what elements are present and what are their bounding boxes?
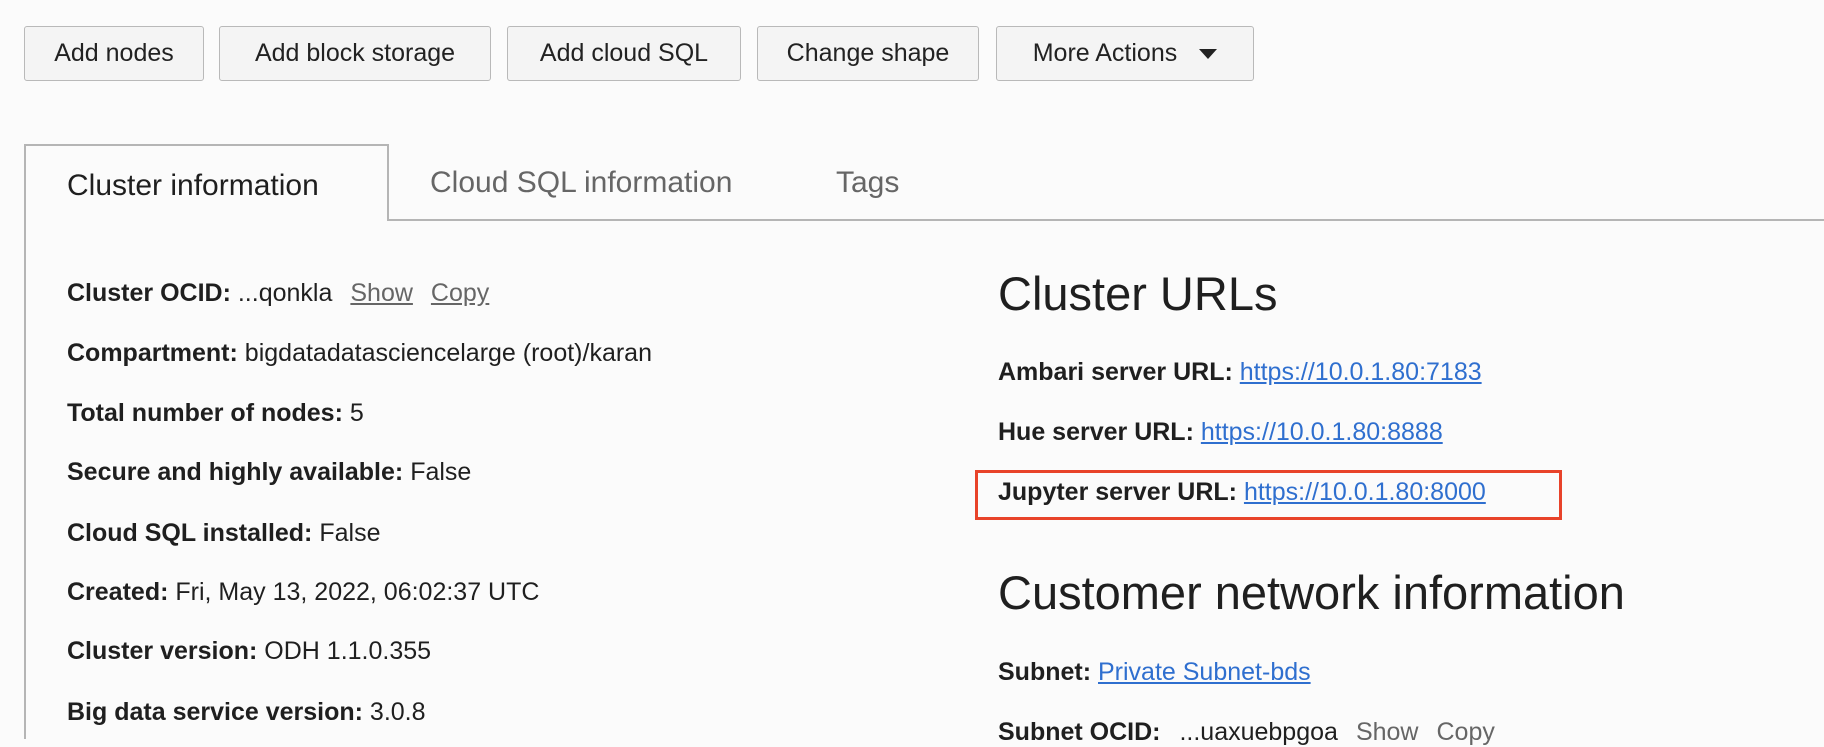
copy-link[interactable]: Copy xyxy=(431,279,489,307)
label: Ambari server URL: xyxy=(998,358,1233,386)
compartment-row: Compartment: bigdatadatasciencelarge (ro… xyxy=(67,339,652,368)
cloudsql-row: Cloud SQL installed: False xyxy=(67,519,380,548)
label: Cluster version: xyxy=(67,637,258,665)
value: ...qonkla xyxy=(237,279,333,307)
subnet-ocid-row: Subnet OCID: ...uaxuebpgoa Show Copy xyxy=(998,718,1495,747)
subnet-row: Subnet: Private Subnet-bds xyxy=(998,658,1311,687)
value: False xyxy=(319,519,381,547)
subnet-link[interactable]: Private Subnet-bds xyxy=(1098,658,1311,686)
bds-version-row: Big data service version: 3.0.8 xyxy=(67,698,426,727)
label: Cloud SQL installed: xyxy=(67,519,313,547)
label: Secure and highly available: xyxy=(67,458,404,486)
label: Subnet OCID: xyxy=(998,718,1161,746)
add-cloud-sql-button[interactable]: Add cloud SQL xyxy=(507,26,741,81)
more-actions-button[interactable]: More Actions xyxy=(996,26,1254,81)
cluster-ocid-row: Cluster OCID: ...qonkla Show Copy xyxy=(67,279,489,308)
value: ...uaxuebpgoa xyxy=(1179,718,1338,746)
value: False xyxy=(410,458,472,486)
add-nodes-button[interactable]: Add nodes xyxy=(24,26,204,81)
value: bigdatadatasciencelarge (root)/karan xyxy=(244,339,652,367)
show-link[interactable]: Show xyxy=(350,279,413,307)
caret-down-icon xyxy=(1199,48,1218,59)
value: 3.0.8 xyxy=(369,698,426,726)
show-link[interactable]: Show xyxy=(1356,718,1419,746)
label: Subnet: xyxy=(998,658,1092,686)
value: ODH 1.1.0.355 xyxy=(264,637,432,665)
ambari-url-link[interactable]: https://10.0.1.80:7183 xyxy=(1240,358,1482,386)
secure-row: Secure and highly available: False xyxy=(67,458,471,487)
hue-row: Hue server URL: https://10.0.1.80:8888 xyxy=(998,418,1443,447)
panel-border xyxy=(24,219,26,739)
cluster-version-row: Cluster version: ODH 1.1.0.355 xyxy=(67,637,431,666)
tab-cloud-sql-information[interactable]: Cloud SQL information xyxy=(430,166,732,200)
label: Cluster OCID: xyxy=(67,279,231,307)
label: Compartment: xyxy=(67,339,238,367)
value: Fri, May 13, 2022, 06:02:37 UTC xyxy=(175,578,540,606)
copy-link[interactable]: Copy xyxy=(1436,718,1494,746)
label: Hue server URL: xyxy=(998,418,1194,446)
value: 5 xyxy=(349,399,364,427)
label: Total number of nodes: xyxy=(67,399,343,427)
created-row: Created: Fri, May 13, 2022, 06:02:37 UTC xyxy=(67,578,539,607)
label: Jupyter server URL: xyxy=(998,478,1237,506)
hue-url-link[interactable]: https://10.0.1.80:8888 xyxy=(1201,418,1443,446)
label: Big data service version: xyxy=(67,698,363,726)
jupyter-url-link[interactable]: https://10.0.1.80:8000 xyxy=(1244,478,1486,506)
tab-tags[interactable]: Tags xyxy=(836,166,899,200)
more-actions-label: More Actions xyxy=(1032,39,1178,67)
change-shape-button[interactable]: Change shape xyxy=(757,26,979,81)
add-block-storage-button[interactable]: Add block storage xyxy=(219,26,491,81)
label: Created: xyxy=(67,578,169,606)
jupyter-row: Jupyter server URL: https://10.0.1.80:80… xyxy=(998,478,1486,507)
tab-divider xyxy=(389,219,1824,221)
tab-cluster-information-label[interactable]: Cluster information xyxy=(67,169,319,203)
customer-network-heading: Customer network information xyxy=(998,566,1625,619)
nodes-row: Total number of nodes: 5 xyxy=(67,399,364,428)
cluster-urls-heading: Cluster URLs xyxy=(998,267,1278,320)
ambari-row: Ambari server URL: https://10.0.1.80:718… xyxy=(998,358,1482,387)
